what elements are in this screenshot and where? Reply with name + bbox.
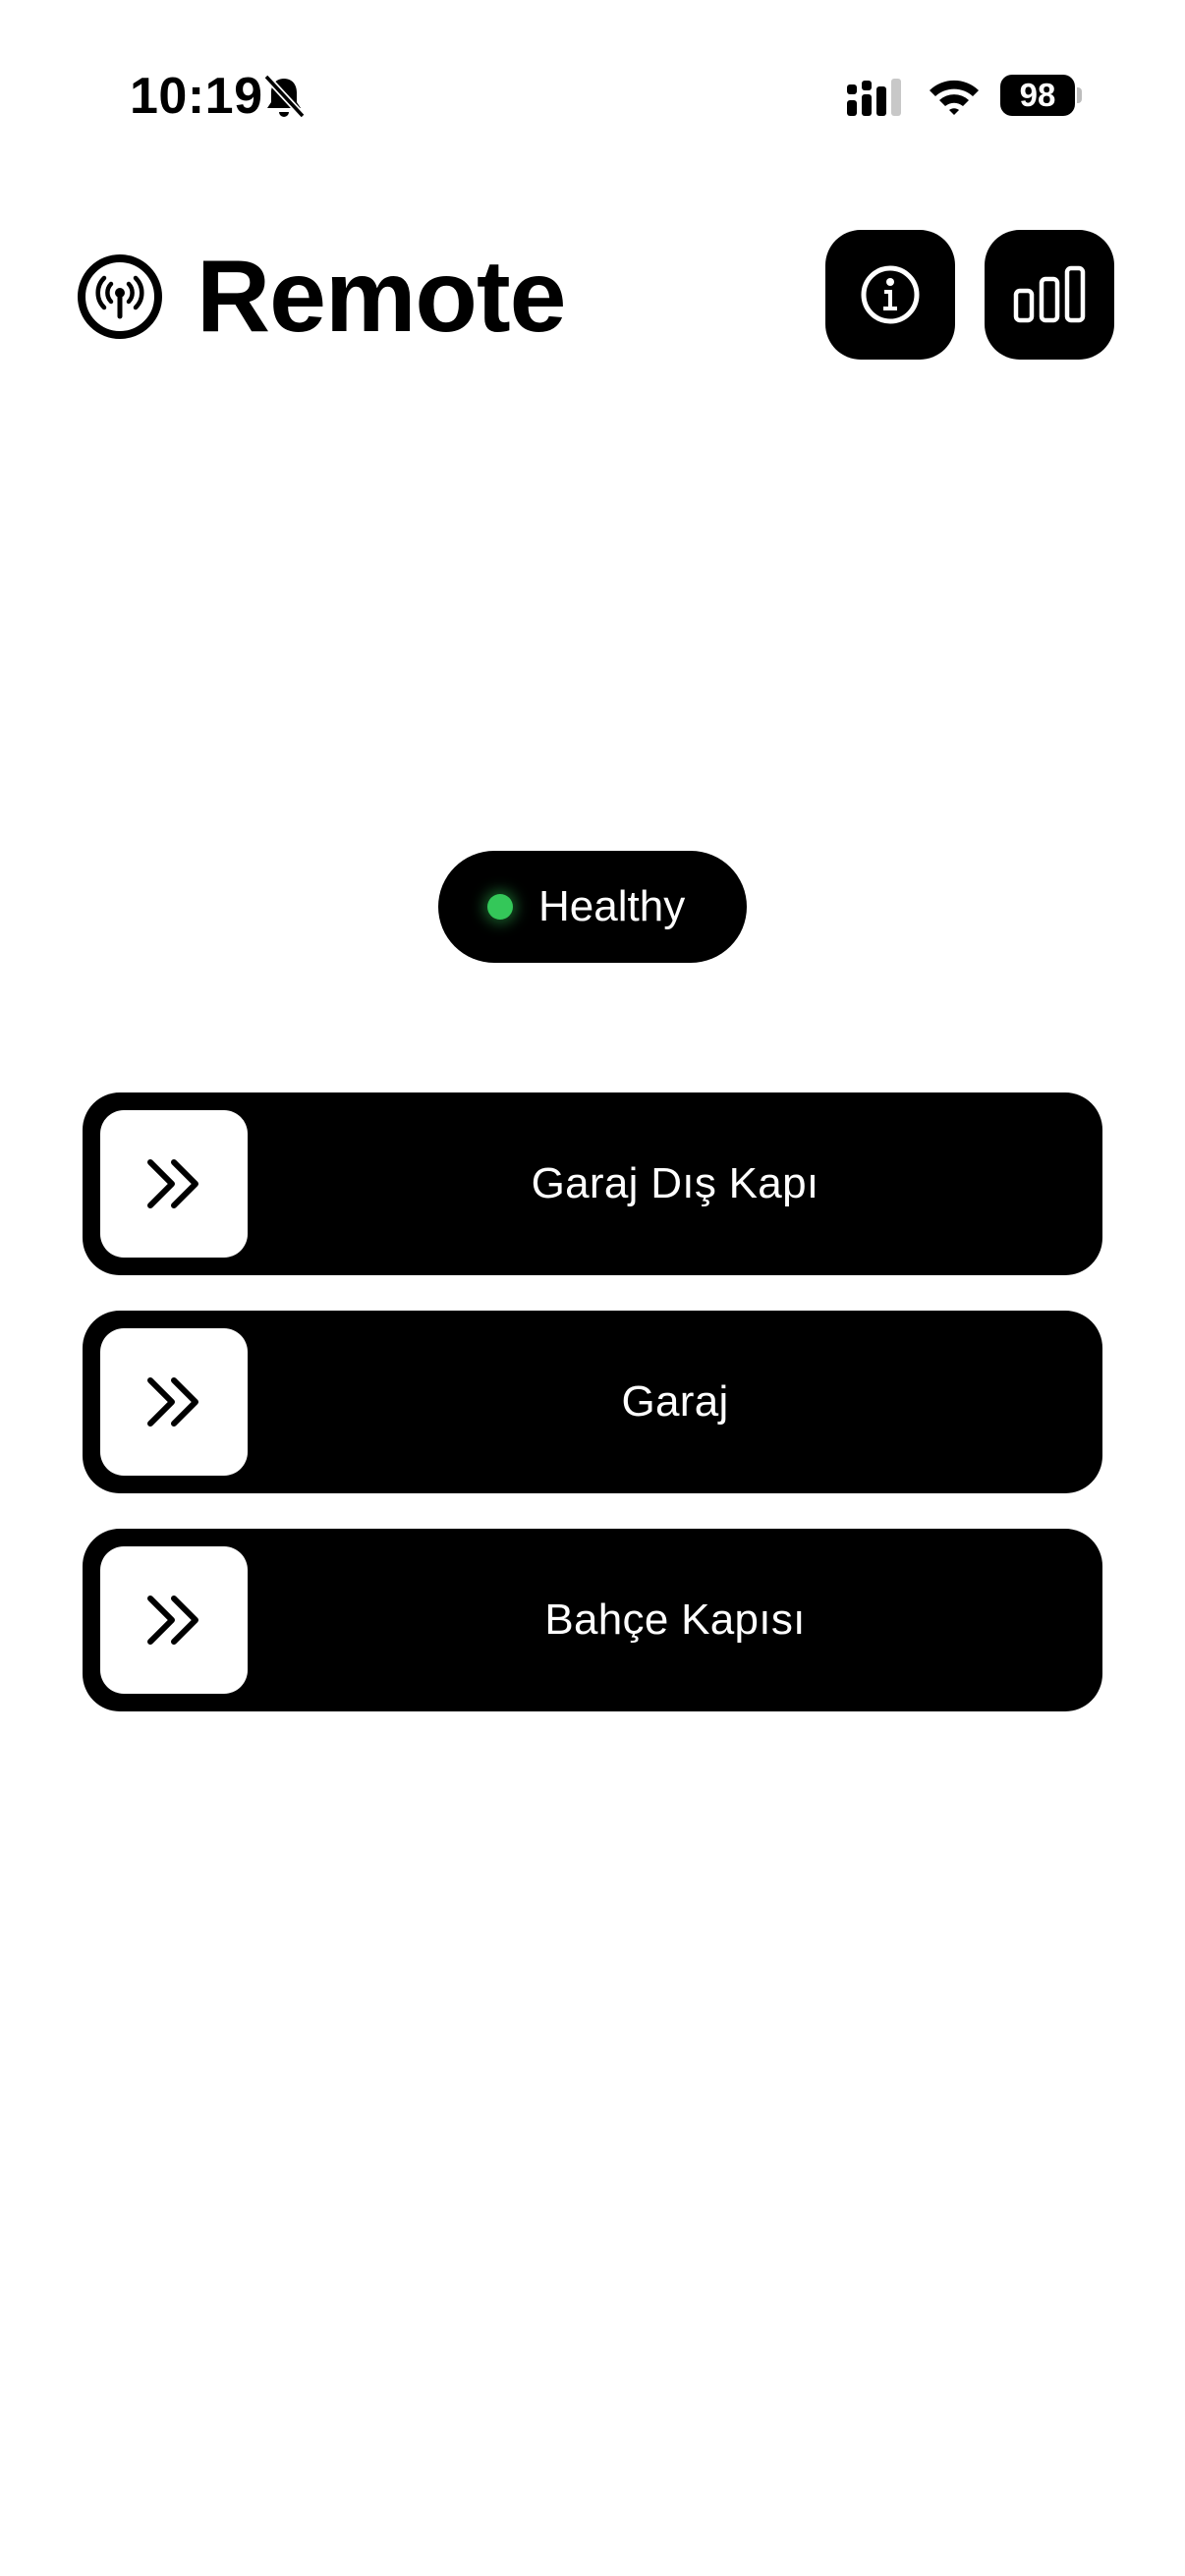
remote-button-bahce-kapisi[interactable]: Bahçe Kapısı <box>83 1529 1102 1711</box>
remote-label: Bahçe Kapısı <box>544 1596 806 1644</box>
info-button[interactable] <box>825 230 955 360</box>
slide-handle[interactable] <box>100 1546 248 1694</box>
double-chevron-right-icon <box>147 1377 198 1427</box>
double-chevron-right-icon <box>147 1159 198 1208</box>
slide-handle[interactable] <box>100 1328 248 1476</box>
battery-indicator: 98 <box>1000 75 1075 116</box>
status-time: 10:19 <box>130 68 263 125</box>
remote-button-garaj-dis-kapi[interactable]: Garaj Dış Kapı <box>83 1092 1102 1275</box>
status-badge: Healthy <box>438 851 747 963</box>
page-title: Remote <box>197 240 566 354</box>
slide-handle[interactable] <box>100 1110 248 1258</box>
health-status-dot <box>487 894 513 920</box>
broadcast-icon <box>78 254 162 339</box>
info-icon <box>861 265 920 324</box>
wifi-icon <box>930 80 979 115</box>
remote-label: Garaj Dış Kapı <box>531 1159 819 1207</box>
bell-off-icon <box>263 74 306 119</box>
double-chevron-right-icon <box>147 1596 198 1645</box>
remote-list: Garaj Dış Kapı Garaj Bahçe Kapısı <box>83 1092 1102 1747</box>
cell-signal-icon <box>847 79 901 116</box>
status-bar: 10:19 98 <box>0 0 1185 196</box>
stats-button[interactable] <box>985 230 1114 360</box>
bar-chart-icon <box>1013 265 1086 323</box>
battery-tip <box>1077 87 1082 103</box>
remote-button-garaj[interactable]: Garaj <box>83 1311 1102 1493</box>
remote-label: Garaj <box>621 1377 729 1426</box>
health-status-label: Healthy <box>538 882 686 930</box>
